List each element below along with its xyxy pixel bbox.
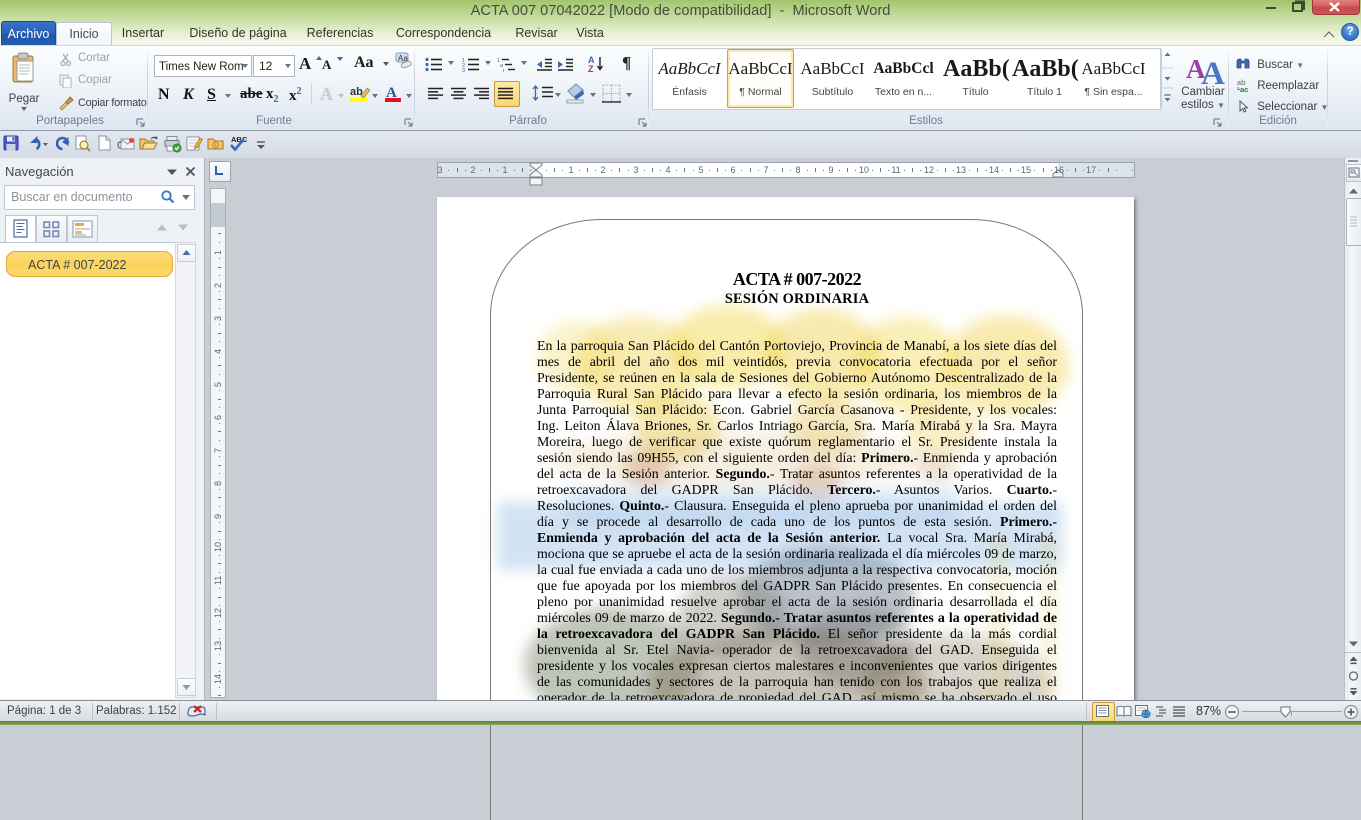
svg-text:i: i — [503, 68, 504, 72]
svg-text:3: 3 — [462, 68, 465, 72]
svg-text:A: A — [1201, 56, 1225, 90]
svg-text:ac: ac — [1240, 85, 1248, 92]
svg-text:Z: Z — [588, 64, 594, 73]
